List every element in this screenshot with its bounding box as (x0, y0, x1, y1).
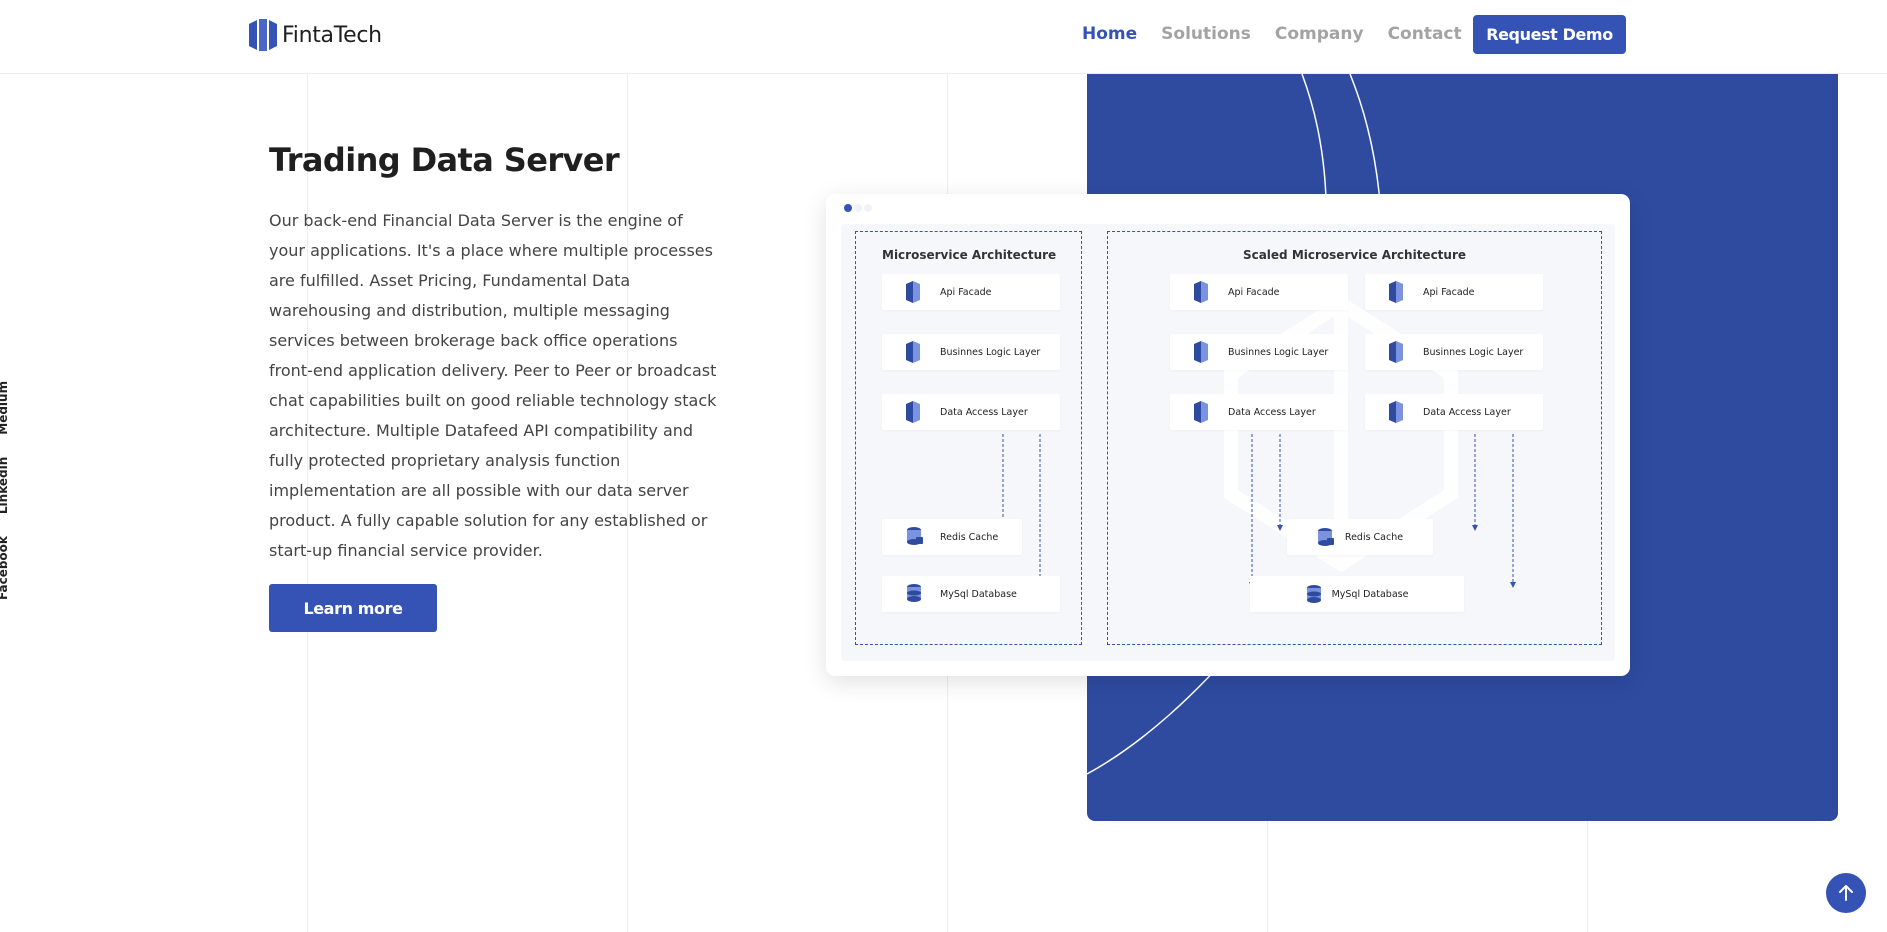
micro-data-access-box: Data Access Layer (882, 394, 1060, 430)
server-icon (1194, 281, 1208, 303)
scaled-left-data-access-box: Data Access Layer (1170, 394, 1348, 430)
server-icon (906, 341, 920, 363)
server-icon (1194, 401, 1208, 423)
micro-redis-cache-box: Redis Cache (882, 519, 1022, 555)
nav-home[interactable]: Home (1082, 24, 1137, 44)
brand-name: FintaTech (282, 22, 382, 48)
microservice-title: Microservice Architecture (882, 248, 1057, 262)
box-label: Data Access Layer (1228, 406, 1316, 418)
diagram-canvas: Microservice Architecture Scaled Microse… (841, 224, 1615, 661)
box-label: Data Access Layer (940, 406, 1028, 418)
architecture-diagram-card: Microservice Architecture Scaled Microse… (826, 194, 1630, 676)
cache-icon (1317, 528, 1334, 546)
server-icon (906, 281, 920, 303)
server-icon (1389, 281, 1403, 303)
nav-contact[interactable]: Contact (1388, 24, 1462, 44)
site-header: FintaTech Home Solutions Company Contact… (0, 0, 1887, 74)
main-nav: Home Solutions Company Contact (1082, 24, 1486, 44)
micro-mysql-database-box: MySql Database (882, 576, 1060, 612)
scaled-microservice-title: Scaled Microservice Architecture (1242, 248, 1467, 262)
cache-icon (907, 527, 923, 545)
box-label: Api Facade (1228, 286, 1280, 298)
nav-company[interactable]: Company (1275, 24, 1364, 44)
scaled-right-data-access-box: Data Access Layer (1365, 394, 1543, 430)
nav-solutions[interactable]: Solutions (1161, 24, 1251, 44)
scaled-left-business-logic-box: Businnes Logic Layer (1170, 334, 1348, 370)
database-icon (1306, 585, 1321, 603)
brand-logo[interactable]: FintaTech (249, 18, 382, 52)
box-label: MySql Database (1331, 588, 1409, 600)
logo-icon (249, 19, 277, 51)
scaled-right-api-facade-box: Api Facade (1365, 274, 1543, 310)
server-icon (1389, 341, 1403, 363)
box-label: Businnes Logic Layer (1228, 346, 1329, 358)
micro-business-logic-box: Businnes Logic Layer (882, 334, 1060, 370)
database-icon (907, 584, 921, 602)
social-facebook-link[interactable]: Facebook (0, 536, 10, 600)
box-label: Businnes Logic Layer (940, 346, 1041, 358)
window-dot (844, 204, 852, 212)
hero-description: Our back-end Financial Data Server is th… (269, 211, 717, 560)
box-label: Data Access Layer (1423, 406, 1511, 418)
server-icon (906, 401, 920, 423)
arrow-up-icon (1839, 885, 1853, 901)
scaled-redis-cache-box: Redis Cache (1287, 519, 1433, 555)
scaled-mysql-database-box: MySql Database (1250, 576, 1464, 612)
request-demo-button[interactable]: Request Demo (1473, 15, 1626, 54)
scaled-left-api-facade-box: Api Facade (1170, 274, 1348, 310)
scroll-to-top-button[interactable] (1826, 873, 1866, 913)
box-label: Redis Cache (940, 531, 999, 543)
box-label: Api Facade (1423, 286, 1475, 298)
window-dots (844, 204, 872, 212)
micro-api-facade-box: Api Facade (882, 274, 1060, 310)
scaled-right-business-logic-box: Businnes Logic Layer (1365, 334, 1543, 370)
server-icon (1194, 341, 1208, 363)
server-icon (1389, 401, 1403, 423)
window-dot (864, 204, 872, 212)
box-label: Api Facade (940, 286, 992, 298)
learn-more-button[interactable]: Learn more (269, 584, 437, 632)
box-label: Redis Cache (1344, 531, 1404, 543)
window-dot (854, 204, 862, 212)
box-label: Businnes Logic Layer (1423, 346, 1524, 358)
box-label: MySql Database (940, 588, 1017, 600)
social-medium-link[interactable]: Medium (0, 381, 10, 435)
social-linkedin-link[interactable]: Linkedin (0, 457, 10, 514)
page-title: Trading Data Server (269, 141, 620, 179)
social-links: Facebook Linkedin Medium (0, 381, 10, 600)
